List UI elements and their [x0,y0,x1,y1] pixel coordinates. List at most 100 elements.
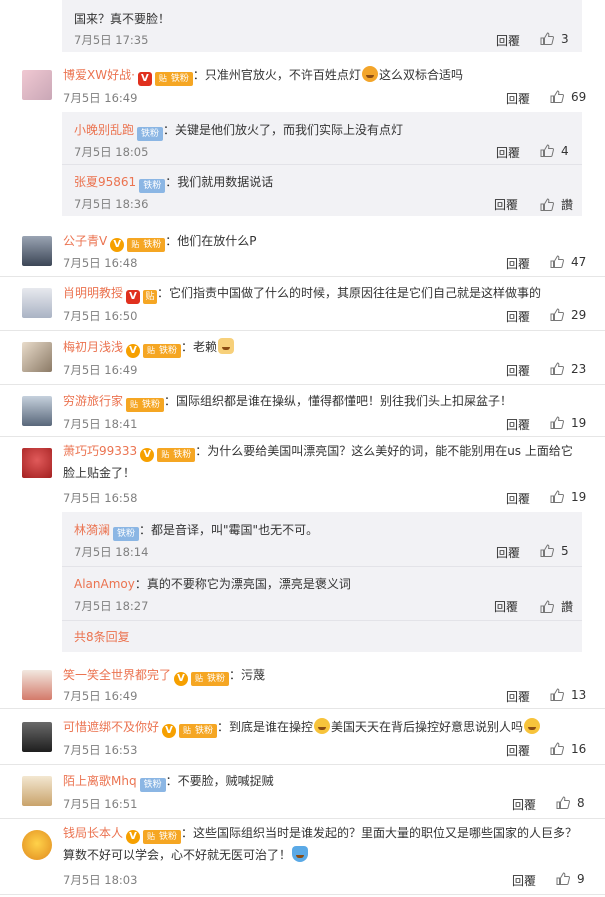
username[interactable]: 博爱XW好战· [63,68,135,82]
reply-button[interactable]: 回覆 [506,255,530,272]
comment-text-2: 这么双标合适吗 [378,68,463,82]
reply-button[interactable]: 回覆 [494,598,518,615]
thumb-up-icon [550,742,564,755]
comment-time: 7月5日 16:51 [63,797,138,811]
verified-badge-icon: V [140,448,155,462]
verified-badge-icon: V [162,724,177,738]
reply-username[interactable]: AlanAmoy [74,577,135,591]
username[interactable]: 可惜遮绑不及你好 [63,720,159,734]
comment-item: 可惜遮绑不及你好V铁粉：到底是谁在操控 美国天天在背后操控好意思说别人吗 7月5日… [0,714,605,765]
like-button[interactable]: 8 [556,796,585,810]
reply-button[interactable]: 回覆 [496,144,520,161]
username[interactable]: 萧巧巧99333 [63,444,137,458]
username[interactable]: 钱局长本人 [63,826,123,840]
like-button[interactable]: 16 [550,742,586,756]
avatar[interactable] [22,448,52,478]
fan-badge: 铁粉 [126,398,165,412]
emoji-icon [361,66,378,82]
avatar[interactable] [22,342,52,372]
username[interactable]: 陌上离歌Mhq [63,774,137,788]
thumb-up-icon [540,144,554,157]
avatar[interactable] [22,830,52,860]
like-count: 5 [561,544,569,558]
reply-username[interactable]: 小晚别乱跑 [74,123,134,137]
reply-time: 7月5日 18:14 [74,545,149,559]
like-button[interactable]: 4 [540,144,569,158]
reply-item: 小晚别乱跑 铁粉 ：关键是他们放火了，而我们实际上没有点灯 7月5日 18:05 回… [62,112,582,164]
reply-button[interactable]: 回覆 [506,688,530,705]
username[interactable]: 穷游旅行家 [63,394,123,408]
verified-badge-icon: V [174,672,189,686]
reply-button[interactable]: 回覆 [496,32,520,49]
reply-item: AlanAmoy：真的不要称它为漂亮国，漂亮是褒义词 7月5日 18:27 回覆… [62,566,582,620]
avatar[interactable] [22,288,52,318]
reply-button[interactable]: 回覆 [506,490,530,507]
avatar[interactable] [22,70,52,100]
like-count: 3 [561,32,569,46]
reply-button[interactable]: 回覆 [506,416,530,433]
like-count: 讚 [561,600,574,614]
like-button[interactable]: 19 [550,416,586,430]
comment-feed: 国来？真不要脸！ 7月5日 17:35 回覆 3 博爱XW好战·V铁粉：只准州官… [0,0,605,897]
comment-time: 7月5日 16:49 [63,363,138,377]
reply-username[interactable]: 张夏95861 [74,175,136,189]
like-button[interactable]: 19 [550,490,586,504]
comment-item: 穷游旅行家铁粉：国际组织都是谁在操纵，懂得都懂吧！别往我们头上扣屎盆子！ 7月5… [0,388,605,437]
reply-button[interactable]: 回覆 [506,308,530,325]
avatar[interactable] [22,396,52,426]
fan-badge: 铁粉 [191,672,230,686]
username[interactable]: 肖明明教授 [63,286,123,300]
fan-badge: 铁粉 [143,830,182,844]
like-button[interactable]: 29 [550,308,586,322]
comment-item: 肖明明教授 V 贴：它们指责中国做了什么的时候，其原因往往是它们自己就是这样做事的 … [0,280,605,331]
username[interactable]: 梅初月浅浅 [63,340,123,354]
avatar[interactable] [22,236,52,266]
verified-badge-icon: V [137,72,152,86]
divider [62,164,582,165]
fan-badge: 铁粉 [137,127,164,141]
reply-button[interactable]: 回覆 [506,742,530,759]
reply-button[interactable]: 回覆 [496,544,520,561]
username[interactable]: 公子青V [63,234,107,248]
like-count: 讚 [561,198,574,212]
reply-button[interactable]: 回覆 [512,872,536,889]
avatar[interactable] [22,776,52,806]
comment-time: 7月5日 16:58 [63,491,138,505]
like-button[interactable]: 13 [550,688,586,702]
comment-item: 陌上离歌Mhq 铁粉 ：不要脸，贼喊捉贼 7月5日 16:51 回覆 8 [0,768,605,819]
comment-time: 7月5日 18:03 [63,873,138,887]
reply-button[interactable]: 回覆 [512,796,536,813]
reply-username[interactable]: 林漪澜 [74,523,110,537]
comment-item: 博爱XW好战·V铁粉：只准州官放火，不许百姓点灯这么双标合适吗 7月5日 16:… [0,60,605,228]
like-count: 29 [571,308,587,322]
avatar[interactable] [22,722,52,752]
like-button[interactable]: 69 [550,90,586,104]
thumb-up-icon [540,544,554,557]
like-button[interactable]: 讚 [540,196,573,213]
comment-text: ：它们指责中国做了什么的时候，其原因往往是它们自己就是这样做事的 [157,286,542,300]
like-count: 13 [571,688,587,702]
reply-text: ：我们就用数据说话 [165,175,274,189]
reply-button[interactable]: 回覆 [506,362,530,379]
like-button[interactable]: 9 [556,872,585,886]
reply-box: 林漪澜 铁粉 ：都是音译，叫"霉国"也无不可。 7月5日 18:14 回覆 5 Al… [62,512,582,652]
reply-button[interactable]: 回覆 [506,90,530,107]
like-button[interactable]: 23 [550,362,586,376]
like-button[interactable]: 5 [540,544,569,558]
verified-badge-icon: V [110,238,125,252]
reply-time: 7月5日 18:05 [74,145,149,159]
comment-item: 萧巧巧99333V铁粉：为什么要给美国叫漂亮国？这么美好的词，能不能别用在us … [0,440,605,654]
comment-item: 笑一笑全世界都完了V铁粉：污蔑 7月5日 16:49 回覆 13 [0,662,605,709]
username[interactable]: 笑一笑全世界都完了 [63,668,171,682]
avatar[interactable] [22,670,52,700]
fan-badge: 铁粉 [157,448,196,462]
more-replies-link[interactable]: 共8条回复 [74,628,130,645]
like-button[interactable]: 讚 [540,598,573,615]
emoji-icon [292,846,309,862]
reply-text: 国来？真不要脸！ [74,12,171,26]
like-button[interactable]: 47 [550,255,586,269]
like-button[interactable]: 3 [540,32,569,46]
reply-item: 林漪澜 铁粉 ：都是音译，叫"霉国"也无不可。 7月5日 18:14 回覆 5 [62,512,582,566]
reply-button[interactable]: 回覆 [494,196,518,213]
like-count: 69 [571,90,587,104]
